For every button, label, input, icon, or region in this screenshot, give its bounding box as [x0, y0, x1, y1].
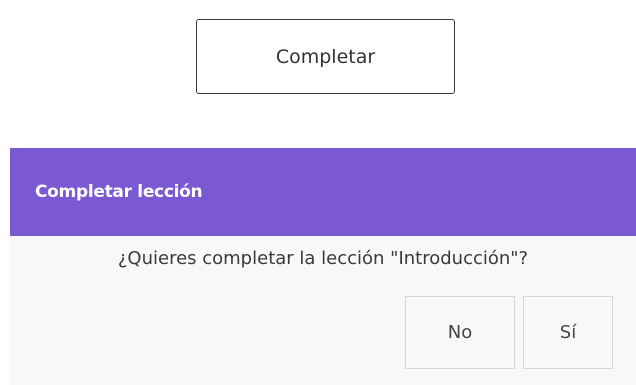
dialog-header: Completar lección	[10, 148, 636, 236]
dialog-message: ¿Quieres completar la lección "Introducc…	[117, 248, 529, 269]
no-button[interactable]: No	[405, 296, 515, 369]
confirm-dialog: Completar lección ¿Quieres completar la …	[10, 148, 636, 385]
dialog-title: Completar lección	[35, 182, 203, 202]
yes-button[interactable]: Sí	[523, 296, 613, 369]
complete-button[interactable]: Completar	[196, 19, 455, 94]
page: Completar Completar lección ¿Quieres com…	[0, 0, 636, 385]
dialog-body: ¿Quieres completar la lección "Introducc…	[10, 236, 636, 385]
